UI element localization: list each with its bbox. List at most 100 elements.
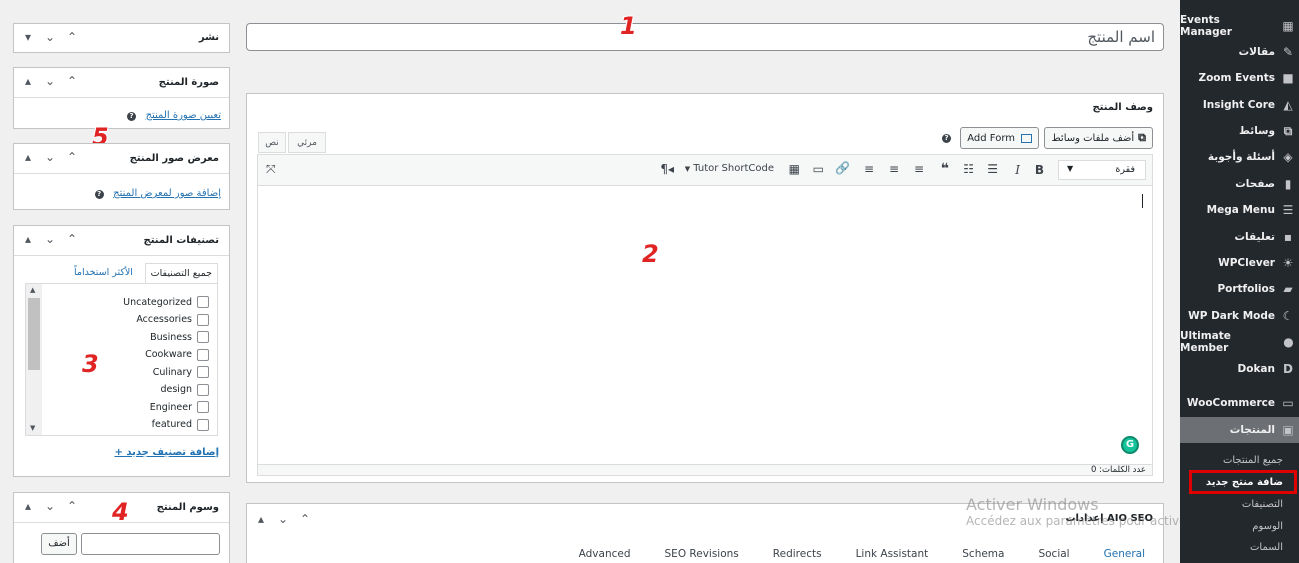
tab-text[interactable]: نص (258, 132, 286, 153)
sidebar-item[interactable]: Dokan D (1180, 356, 1299, 382)
category-checkbox[interactable] (197, 296, 209, 308)
category-item[interactable]: featured (152, 418, 209, 431)
sidebar-item[interactable]: مقالات ✎ (1180, 39, 1299, 65)
sidebar-submenu-item[interactable]: جميع المنتجات (1223, 455, 1283, 466)
add-form-button[interactable]: Add Form (960, 127, 1039, 149)
seo-tab[interactable]: Schema (962, 548, 1004, 560)
sidebar-submenu-item[interactable]: الوسوم (1252, 521, 1283, 532)
chevron-down-icon[interactable]: ⌄ (44, 150, 56, 164)
seo-tab[interactable]: SEO Revisions (665, 548, 739, 560)
fullscreen-icon[interactable]: ⤧ (266, 162, 276, 177)
toggle-up-icon[interactable]: ▴ (22, 74, 34, 88)
chevron-down-icon[interactable]: ⌄ (44, 232, 56, 246)
sidebar-item[interactable]: WooCommerce ▭ (1180, 390, 1299, 416)
align-center-icon[interactable]: ≡ (889, 162, 899, 176)
grammarly-icon[interactable]: G (1121, 436, 1139, 454)
category-checkbox[interactable] (197, 313, 209, 326)
category-item[interactable]: Accessories (136, 313, 209, 326)
sidebar-item[interactable]: Insight Core ◭ (1180, 92, 1299, 118)
chevron-up-icon[interactable]: ⌃ (66, 232, 78, 246)
sidebar-item[interactable]: وسائط ⧉ (1180, 118, 1299, 144)
tab-visual[interactable]: مرئي (288, 132, 326, 153)
category-checkbox[interactable] (197, 366, 209, 378)
category-item[interactable]: design (160, 383, 209, 396)
tutor-shortcode-button[interactable]: ▼ Tutor ShortCode (685, 163, 774, 174)
sidebar-item[interactable]: صفحات ▮ (1180, 171, 1299, 197)
chevron-up-icon[interactable]: ⌃ (299, 512, 311, 526)
add-tag-button[interactable]: أضف (41, 533, 77, 555)
chevron-down-icon[interactable]: ⌄ (44, 30, 56, 44)
toggle-up-icon[interactable]: ▴ (22, 150, 34, 164)
box-arrows[interactable]: ▾ ⌄ ⌃ (22, 30, 78, 44)
sidebar-item[interactable]: WPClever ☀ (1180, 250, 1299, 276)
format-select[interactable]: فقرة ▼ (1058, 160, 1146, 180)
help-icon[interactable]: ? (94, 190, 104, 199)
category-item[interactable]: Culinary (153, 366, 209, 378)
seo-tab[interactable]: General (1104, 548, 1145, 560)
chevron-down-icon[interactable]: ⌄ (44, 74, 56, 88)
sidebar-item[interactable]: Mega Menu ☰ (1180, 197, 1299, 223)
sidebar-item[interactable]: Portfolios ▰ (1180, 276, 1299, 302)
seo-tab[interactable]: Link Assistant (856, 548, 929, 560)
toggle-up-icon[interactable]: ▴ (22, 232, 34, 246)
sidebar-item[interactable]: Events Manager ▦ (1180, 13, 1299, 39)
sidebar-item[interactable]: Ultimate Member ● (1180, 329, 1299, 355)
category-item[interactable]: Business (150, 331, 209, 343)
sidebar-item[interactable]: المنتجات ▣ (1180, 417, 1299, 443)
align-left-icon[interactable]: ≡ (914, 162, 924, 176)
category-checkbox[interactable] (197, 331, 209, 343)
bullet-list-icon[interactable]: ☰ (987, 162, 998, 176)
add-media-button[interactable]: ⧉ أضف ملفات وسائط (1044, 127, 1153, 149)
category-item[interactable]: Engineer (150, 401, 209, 413)
category-label: Cookware (145, 349, 192, 360)
tab-all-categories[interactable]: جميع التصنيفات (144, 263, 218, 283)
category-item[interactable]: Uncategorized (123, 296, 209, 308)
toggle-up-icon[interactable]: ▴ (255, 512, 267, 526)
scroll-thumb[interactable] (28, 298, 40, 370)
tag-input[interactable] (81, 533, 220, 555)
chevron-up-icon[interactable]: ⌃ (66, 30, 78, 44)
categories-list[interactable]: ▲ ▼ Uncategorized Accessories Business Cook… (25, 283, 218, 436)
chevron-down-icon[interactable]: ⌄ (44, 499, 56, 513)
tab-most-used[interactable]: الأكثر استخداماً (74, 267, 133, 278)
toggle-down-icon[interactable]: ▾ (22, 30, 34, 44)
sidebar-submenu-item[interactable]: السمات (1250, 542, 1283, 553)
chevron-up-icon[interactable]: ⌃ (66, 74, 78, 88)
align-right-icon[interactable]: ≡ (864, 162, 874, 176)
category-checkbox[interactable] (197, 348, 209, 361)
sidebar-item[interactable]: Zoom Events ■ (1180, 65, 1299, 91)
link-icon[interactable]: 🔗 (835, 161, 850, 175)
bold-icon[interactable]: B (1035, 163, 1044, 177)
toolbar-toggle-icon[interactable]: ▦ (789, 162, 800, 176)
toggle-up-icon[interactable]: ▴ (22, 499, 34, 513)
seo-tab[interactable]: Advanced (579, 548, 631, 560)
chevron-down-icon[interactable]: ⌄ (277, 512, 289, 526)
category-checkbox[interactable] (197, 383, 209, 396)
chevron-up-icon[interactable]: ⌃ (66, 150, 78, 164)
paragraph-rtl-icon[interactable]: ¶◂ (660, 162, 674, 176)
sidebar-item[interactable]: أسئلة وأجوبة ◈ (1180, 144, 1299, 170)
help-icon[interactable]: ? (942, 134, 951, 143)
editor-content-area[interactable]: G (257, 186, 1153, 464)
product-title-input[interactable]: اسم المنتج (246, 23, 1164, 51)
blockquote-icon[interactable]: ❝ (941, 161, 949, 177)
numbered-list-icon[interactable]: ☷ (963, 162, 974, 176)
sidebar-item[interactable]: تعليقات ▪ (1180, 224, 1299, 250)
seo-tab[interactable]: Redirects (773, 548, 822, 560)
sidebar-item[interactable]: WP Dark Mode ☾ (1180, 303, 1299, 329)
category-checkbox[interactable] (197, 418, 209, 431)
scroll-down-icon[interactable]: ▼ (30, 424, 35, 432)
read-more-icon[interactable]: ▭ (813, 162, 824, 176)
chevron-up-icon[interactable]: ⌃ (66, 499, 78, 513)
scroll-up-icon[interactable]: ▲ (30, 286, 35, 294)
add-gallery-images-link[interactable]: إضافة صور لمعرض المنتج (113, 188, 221, 199)
sidebar-submenu-item[interactable]: التصنيفات (1242, 499, 1283, 510)
help-icon[interactable]: ? (127, 112, 137, 121)
add-new-category-link[interactable]: + إضافة تصنيف جديد (115, 447, 220, 458)
scrollbar[interactable]: ▲ ▼ (26, 284, 42, 435)
italic-icon[interactable]: I (1015, 163, 1020, 177)
set-product-image-link[interactable]: تعيين صورة المنتج (146, 110, 221, 121)
seo-tab[interactable]: Social (1038, 548, 1069, 560)
category-checkbox[interactable] (197, 401, 209, 413)
category-item[interactable]: Cookware (145, 348, 209, 361)
